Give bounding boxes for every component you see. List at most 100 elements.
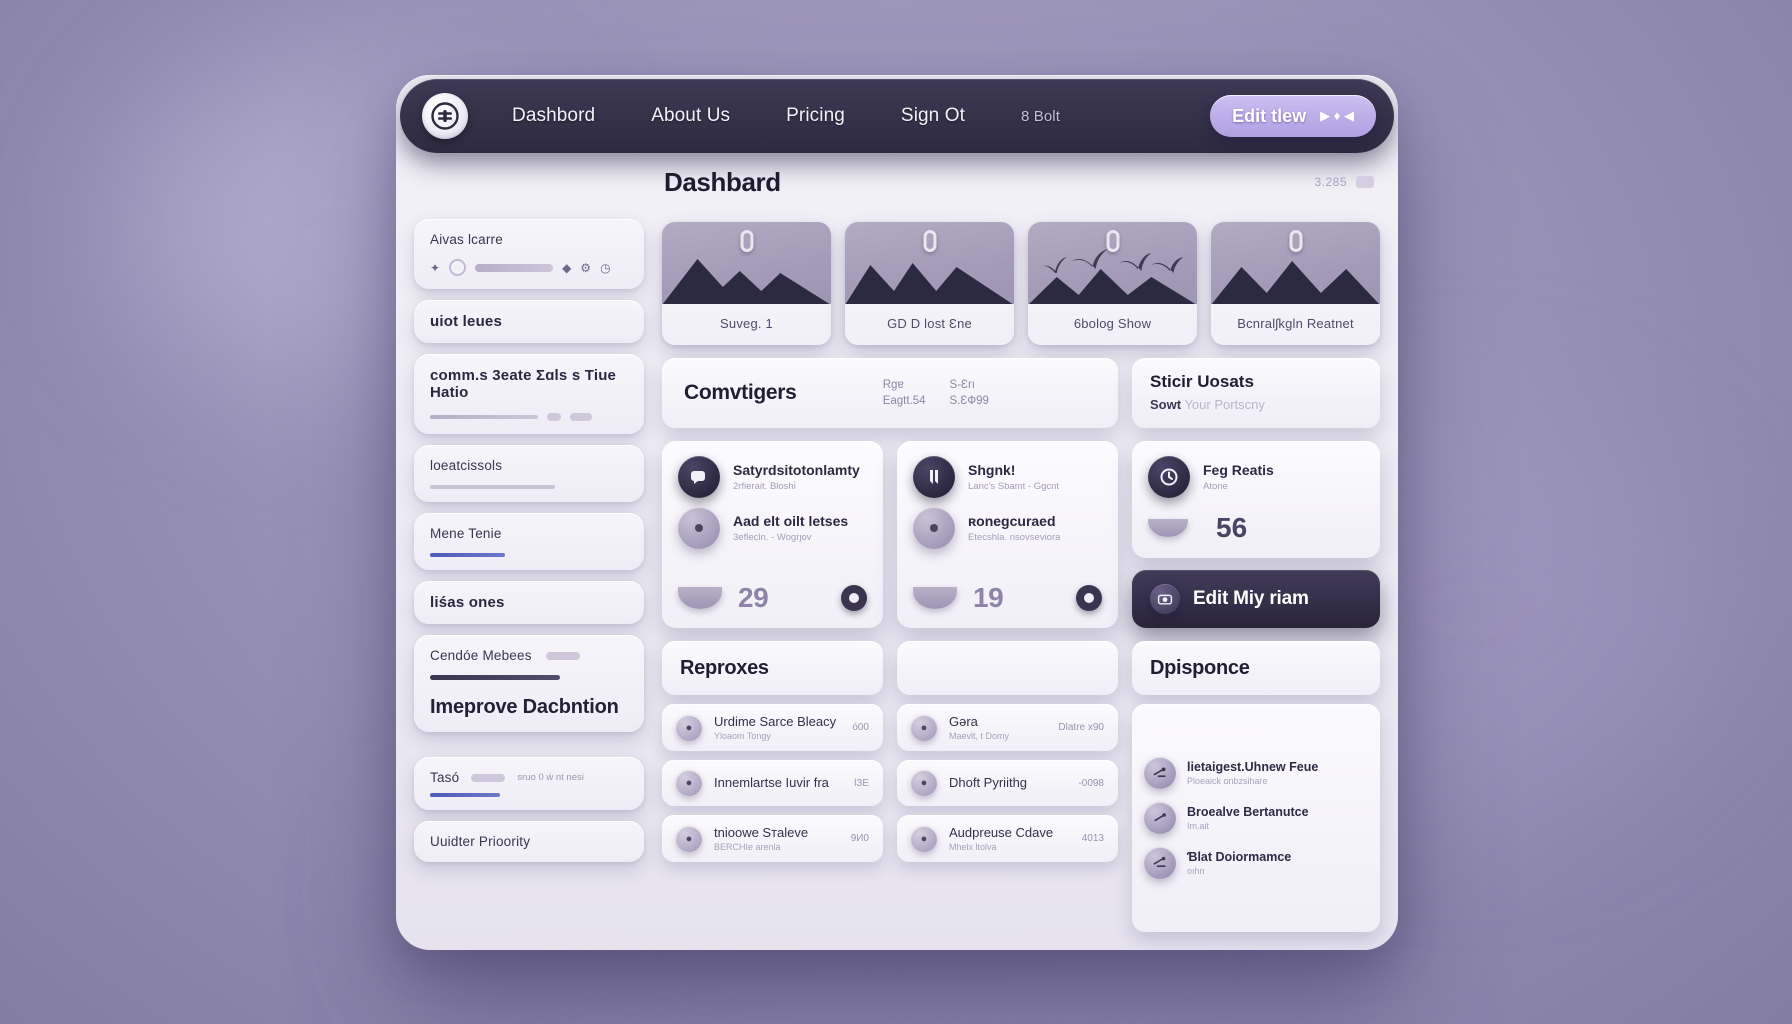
thumbnail-label: 6bolog Show bbox=[1073, 316, 1152, 331]
clock-icon bbox=[1148, 456, 1190, 498]
sidebar-item-mene-tenie[interactable]: Mene Tenie bbox=[414, 513, 644, 570]
thumbnail-label: Suveg. 1 bbox=[720, 316, 773, 331]
nav-link-dashboard[interactable]: Dashbord bbox=[512, 99, 595, 133]
progress-bar[interactable] bbox=[475, 263, 554, 272]
avatar: ● bbox=[911, 770, 937, 796]
user-stats-panel[interactable]: Sticir Uosats Sowt Your Portscny bbox=[1132, 358, 1380, 428]
nav-link-pricing[interactable]: Pricing bbox=[786, 99, 845, 133]
ring-icon[interactable] bbox=[449, 259, 467, 276]
list-item[interactable]: ● tnioowe Sтaleve BERCHIe arenla 9И0 bbox=[662, 815, 883, 862]
list-item[interactable]: ● Audpreuse Cdave Mhelx ltolva 4013 bbox=[897, 815, 1118, 862]
thumbnail-card[interactable]: Bcnralʃkgln Reatnet bbox=[1211, 222, 1380, 345]
thumbnail-label: Bcnralʃkgln Reatnet bbox=[1237, 316, 1354, 331]
avatar: ● bbox=[911, 825, 937, 852]
camera-icon bbox=[1150, 584, 1180, 614]
list-item[interactable]: ● Dhoft Pyriithg -0098 bbox=[897, 760, 1118, 806]
list-item[interactable]: ● Innemlаrtse Iuvir fra lЗЕ bbox=[662, 760, 883, 806]
main-content: Dashbard 3.285 Suveg. 1 GD D lost Ɛne 6b… bbox=[662, 167, 1380, 932]
thumbnail-card[interactable]: GD D lost Ɛne bbox=[845, 222, 1014, 345]
list-item-text: Gəra Maevlt, t Domy bbox=[949, 714, 1046, 741]
feg-reatis-card[interactable]: Feg Reatis Atone 56 bbox=[1132, 441, 1380, 558]
sidebar-item-aivas-lcarre[interactable]: Aivas lcarre ✦ ◆ ⚙ ◷ bbox=[414, 219, 644, 289]
sidebar-item-label: Aivas lcarre bbox=[430, 232, 503, 247]
metric-card-shgnk[interactable]: Shgnk! Lanc's Sbamt - Ggcnt ʀonegcuraed … bbox=[897, 441, 1118, 628]
tag-icon[interactable]: ◆ bbox=[562, 262, 571, 274]
sidebar-meter-row bbox=[430, 553, 628, 557]
metric-heading: Aad elt oilt letses bbox=[733, 513, 849, 529]
thumbnail-card[interactable]: 6bolog Show bbox=[1028, 222, 1197, 345]
bookmark-icon bbox=[913, 456, 955, 498]
panel-header: Dpisponce bbox=[1132, 641, 1380, 695]
edit-view-button[interactable]: Edit tlew ▶ ♦ ◀ bbox=[1210, 95, 1376, 137]
sidebar-item-label: Uuidter Prioority bbox=[430, 834, 531, 849]
metric-subtext: Lanc's Sbamt - Ggcnt bbox=[968, 481, 1060, 492]
metric-number: 29 bbox=[738, 582, 769, 613]
metric-card-satisfaction[interactable]: Satyrdsitotonlamty 2rfierait. Bloshiͥ Aa… bbox=[662, 441, 883, 628]
thumbnail-label: GD D lost Ɛne bbox=[887, 316, 972, 331]
edit-view-button-label: Edit tlew bbox=[1232, 105, 1307, 126]
list-item-title: Dhoft Pyriithg bbox=[949, 774, 1028, 790]
page-title: Dashbard bbox=[664, 167, 781, 197]
user-stats-subtitle: Sowt Your Portscny bbox=[1150, 397, 1362, 412]
stack-list-item[interactable]: Broealve Bertanutce Im.ait bbox=[1144, 802, 1368, 834]
metric-primary-line: Shgnk! Lanc's Sbamt - Ggcnt bbox=[913, 456, 1102, 498]
stack-item-text: Ɓlat Doiormamce oıhn bbox=[1187, 850, 1368, 876]
sidebar-item-loeatcissols[interactable]: loeatcissols bbox=[414, 445, 644, 502]
tools-icon bbox=[1144, 802, 1176, 834]
brand-logo-icon[interactable] bbox=[422, 93, 468, 139]
sidebar-meter-row bbox=[430, 485, 628, 489]
sidebar-item-lisas-ones[interactable]: liśas ones bbox=[414, 581, 644, 624]
sidebar-item-uiot-leues[interactable]: uiot leues bbox=[414, 300, 644, 343]
donut-icon[interactable] bbox=[841, 585, 867, 611]
nav-link-sign-out[interactable]: Sign Ot bbox=[901, 99, 965, 133]
panel-title: Reproxes bbox=[680, 656, 769, 679]
converters-panel[interactable]: Comvtigers Rgɐ S-Ɛrı Eagtt.54 S.ƐФ99 bbox=[662, 358, 1118, 428]
user-stats-subtitle-muted: Your Portscny bbox=[1184, 397, 1265, 412]
metric-footer: 56 bbox=[1148, 512, 1364, 544]
sidebar-icon-row: ✦ ◆ ⚙ ◷ bbox=[430, 259, 628, 276]
metric-text-block: Shgnk! Lanc's Sbamt - Ggcnt bbox=[968, 462, 1059, 492]
nav-link-about-us[interactable]: About Us bbox=[651, 99, 730, 133]
gear-icon[interactable]: ⚙ bbox=[580, 262, 591, 274]
stack-item-title: lietaigest.Uhnew Feue bbox=[1187, 760, 1319, 774]
sidebar-item-uuidter-priority[interactable]: Uuidter Prioority bbox=[414, 821, 644, 862]
stack-list-item[interactable]: lietaigest.Uhnew Feue Ploeaick onbzsihar… bbox=[1144, 757, 1368, 789]
list-item-text: Audpreuse Cdave Mhelx ltolva bbox=[949, 825, 1070, 852]
secondary-list-panel: ● Gəra Maevlt, t Domy Dlatre х90 ● Dhoft… bbox=[897, 641, 1118, 932]
meter-bar bbox=[430, 485, 555, 489]
donut-icon[interactable] bbox=[1076, 585, 1102, 611]
metric-heading: ʀonegcuraed bbox=[968, 513, 1056, 529]
metric-subtext: 2rfierait. Bloshiͥ bbox=[733, 481, 796, 492]
list-item[interactable]: ● Gəra Maevlt, t Domy Dlatre х90 bbox=[897, 704, 1118, 751]
sidebar-item-label: comm.s 3eate Σɑls s Tiue Hatio bbox=[430, 367, 617, 401]
header-count: 3.285 bbox=[1314, 175, 1347, 189]
nav-links: Dashbord About Us Pricing Sign Ot 8 Bolt bbox=[512, 99, 1210, 133]
metric-text-block: Satyrdsitotonlamty 2rfierait. Bloshiͥ bbox=[733, 462, 860, 492]
stack-item-subtitle: Im.ait bbox=[1187, 821, 1210, 831]
stack-list: lietaigest.Uhnew Feue Ploeaick onbzsihar… bbox=[1132, 704, 1380, 932]
meter-chip bbox=[570, 413, 592, 421]
metric-text-block: ʀonegcuraed Etecshla. nsovseviora bbox=[968, 513, 1060, 543]
header-badge[interactable] bbox=[1356, 176, 1374, 188]
sidebar-item-improve-duration[interactable]: Cendóe Mebees Imeprove Dacbntion bbox=[414, 635, 644, 732]
edit-view-arrow-icons: ▶ ♦ ◀ bbox=[1320, 108, 1354, 123]
list-item-value: Dlatre х90 bbox=[1058, 722, 1104, 733]
sidebar-item-comms-rate[interactable]: comm.s 3eate Σɑls s Tiue Hatio bbox=[414, 354, 644, 434]
sidebar-item-taso[interactable]: Tasó sruo 0 ẃ nt nesi bbox=[414, 757, 644, 810]
header-meta: 3.285 bbox=[1314, 167, 1374, 189]
stack-list-item[interactable]: Ɓlat Doiormamce oıhn bbox=[1144, 847, 1368, 879]
avatar: ● bbox=[911, 714, 937, 741]
thumbnail-card[interactable]: Suveg. 1 bbox=[662, 222, 831, 345]
sparkle-icon[interactable]: ✦ bbox=[430, 262, 440, 274]
avatar: ● bbox=[676, 770, 702, 796]
metric-primary-line: Satyrdsitotonlamty 2rfierait. Bloshiͥ bbox=[678, 456, 867, 498]
clock-icon[interactable]: ◷ bbox=[600, 262, 610, 274]
nav-link-bolt[interactable]: 8 Bolt bbox=[1021, 102, 1060, 131]
meter-bar bbox=[430, 675, 560, 680]
smile-shape-icon bbox=[913, 587, 957, 609]
edit-my-team-button[interactable]: Edit Miy riam bbox=[1132, 570, 1380, 628]
metric-number: 19 bbox=[973, 582, 1004, 613]
sidebar-item-label: Mene Tenie bbox=[430, 526, 502, 541]
list-item-text: Urdime Sarce Bleacy Yloaom Tongy bbox=[714, 714, 840, 741]
list-item[interactable]: ● Urdime Sarce Bleacy Yloaom Tongy ó00 bbox=[662, 704, 883, 751]
